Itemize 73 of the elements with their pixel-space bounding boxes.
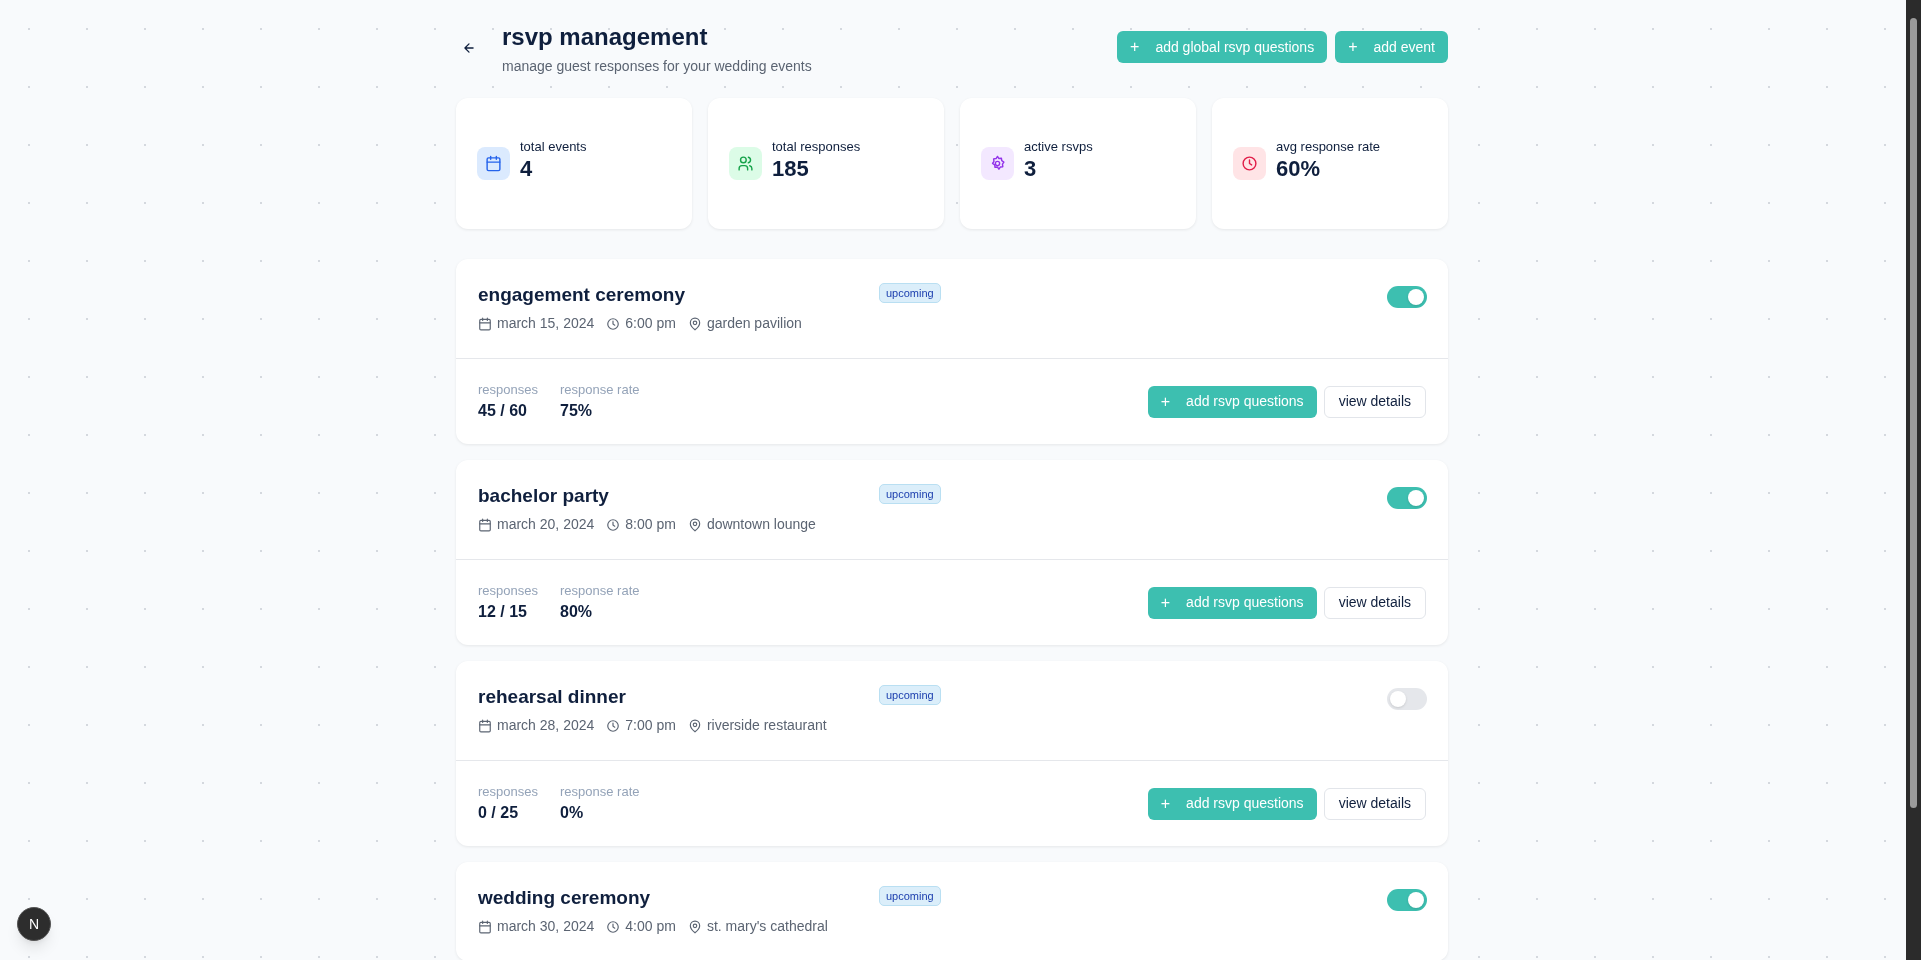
event-date: march 20, 2024	[497, 515, 595, 534]
event-time: 8:00 pm	[625, 515, 676, 534]
event-time: 4:00 pm	[625, 917, 676, 936]
add-rsvp-questions-button[interactable]: + add rsvp questions	[1147, 586, 1317, 619]
page-title: rsvp management	[502, 22, 709, 52]
metric-label: response rate	[560, 380, 640, 399]
metric-value: 45 / 60	[478, 401, 528, 422]
metric-value: 0 / 25	[478, 803, 520, 824]
gear-icon	[981, 147, 1014, 180]
location-pin-icon	[687, 316, 702, 331]
event-date: march 15, 2024	[497, 314, 595, 333]
location-pin-icon	[687, 718, 702, 733]
metric-label: responses	[478, 581, 538, 600]
event-title: bachelor party	[478, 484, 609, 508]
clock-icon	[606, 517, 621, 532]
metric-label: response rate	[560, 581, 640, 600]
event-location: riverside restaurant	[706, 716, 827, 735]
event-title: wedding ceremony	[478, 886, 651, 910]
add-button[interactable]: + add global rsvp questions	[1117, 31, 1328, 63]
location-pin-icon	[687, 517, 702, 532]
stat-label: total responses	[772, 137, 861, 156]
event-location: st. mary's cathedral	[706, 917, 828, 936]
event-title: rehearsal dinner	[478, 685, 626, 709]
metric-label: response rate	[560, 782, 640, 801]
add-button[interactable]: + add event	[1335, 31, 1448, 63]
event-location: downtown lounge	[706, 515, 816, 534]
toggle-switch[interactable]	[1387, 889, 1427, 911]
toggle-switch[interactable]	[1387, 487, 1427, 509]
stat-value: 3	[1024, 156, 1038, 183]
event-date: march 28, 2024	[497, 716, 595, 735]
calendar-icon	[477, 147, 510, 180]
clock-icon	[606, 718, 621, 733]
status-badge: upcoming	[879, 283, 941, 303]
status-badge: upcoming	[879, 484, 941, 504]
calendar-icon	[478, 517, 492, 532]
metric-value: 0%	[560, 803, 585, 824]
add-rsvp-questions-button[interactable]: + add rsvp questions	[1147, 787, 1317, 820]
view-details-button[interactable]: view details	[1323, 385, 1426, 418]
clock-icon	[606, 919, 621, 934]
calendar-icon	[478, 718, 492, 733]
metric-label: responses	[478, 782, 538, 801]
view-details-button[interactable]: view details	[1323, 586, 1426, 619]
stat-label: active rsvps	[1024, 137, 1093, 156]
stat-value: 60%	[1276, 156, 1322, 183]
event-time: 6:00 pm	[625, 314, 676, 333]
page-subtitle: manage guest responses for your wedding events	[502, 57, 812, 76]
back-arrow-icon[interactable]	[462, 41, 476, 55]
event-time: 7:00 pm	[625, 716, 676, 735]
toggle-switch[interactable]	[1387, 286, 1427, 308]
stat-label: total events	[520, 137, 587, 156]
toggle-switch[interactable]	[1387, 688, 1427, 710]
event-title: engagement ceremony	[478, 283, 685, 307]
status-badge: upcoming	[879, 886, 941, 906]
people-icon	[729, 147, 762, 180]
clock-icon	[606, 316, 621, 331]
clock-icon	[1233, 147, 1266, 180]
stat-value: 185	[772, 156, 810, 183]
event-location: garden pavilion	[706, 314, 802, 333]
event-date: march 30, 2024	[497, 917, 595, 936]
view-details-button[interactable]: view details	[1323, 787, 1426, 820]
location-pin-icon	[687, 919, 702, 934]
stat-value: 4	[520, 156, 534, 183]
stat-label: avg response rate	[1276, 137, 1381, 156]
metric-value: 12 / 15	[478, 602, 528, 623]
dev-tools-badge[interactable]: N	[17, 907, 51, 941]
metric-value: 75%	[560, 401, 593, 422]
metric-value: 80%	[560, 602, 593, 623]
calendar-icon	[478, 919, 492, 934]
scrollbar[interactable]	[1906, 0, 1921, 960]
calendar-icon	[478, 316, 492, 331]
metric-label: responses	[478, 380, 538, 399]
status-badge: upcoming	[879, 685, 941, 705]
add-rsvp-questions-button[interactable]: + add rsvp questions	[1147, 385, 1317, 418]
